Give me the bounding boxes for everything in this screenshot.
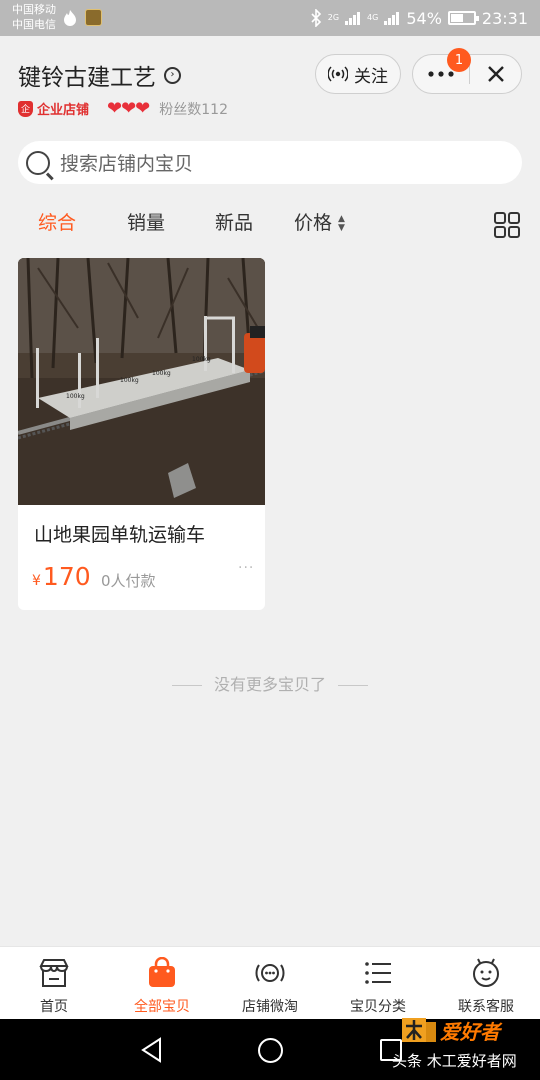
tab-price[interactable]: 价格 ▲ ▼ <box>294 208 345 235</box>
enterprise-badge-icon: 企 <box>18 100 33 117</box>
load-label-3: 100kg <box>152 370 171 377</box>
product-more-button[interactable]: ··· <box>238 560 254 576</box>
search-icon <box>26 150 50 175</box>
carrier-2: 中国电信 <box>12 18 56 31</box>
category-list-icon <box>365 962 391 984</box>
signal-2-icon <box>384 12 400 25</box>
network-1-label: 2G <box>327 13 340 22</box>
product-price: ¥ 170 <box>32 562 91 591</box>
bottom-tab-categories[interactable]: 宝贝分类 <box>324 947 432 1020</box>
sort-arrows-icon: ▲ ▼ <box>338 213 345 233</box>
fans-count: 粉丝数112 <box>159 101 228 118</box>
close-button[interactable] <box>470 55 522 92</box>
fire-icon <box>64 10 76 26</box>
bottom-tab-feed[interactable]: 店铺微淘 <box>216 947 324 1020</box>
signal-1-icon <box>345 12 361 25</box>
status-bar: 中国移动 中国电信 2G 4G 54% 23:31 <box>0 0 540 36</box>
tab-price-label: 价格 <box>294 212 333 234</box>
bottom-tab-customer-service[interactable]: 联系客服 <box>432 947 540 1020</box>
close-icon <box>488 65 504 82</box>
tab-comprehensive[interactable]: 综合 <box>38 208 76 235</box>
notification-badge: 1 <box>447 48 471 72</box>
bottom-tab-bar: 首页 全部宝贝 店铺微淘 宝贝分类 联系客服 <box>0 946 540 1019</box>
follow-label: 关注 <box>354 66 388 87</box>
carrier-info: 中国移动 中国电信 <box>12 2 56 32</box>
product-photo: 100kg 100kg 100kg 100kg <box>18 258 265 505</box>
paid-count: 0人付款 <box>101 572 156 590</box>
bottom-tab-feed-label: 店铺微淘 <box>242 999 298 1015</box>
load-label-1: 100kg <box>66 393 85 400</box>
watermark-caption: 头条 木工爱好者网 <box>392 1052 517 1070</box>
bottom-tab-home-label: 首页 <box>40 999 68 1015</box>
product-image[interactable]: 100kg 100kg 100kg 100kg <box>18 258 265 505</box>
divider-right <box>338 685 368 686</box>
sort-tabs: 综合 销量 新品 价格 ▲ ▼ <box>0 208 540 242</box>
bottom-tab-home[interactable]: 首页 <box>0 947 108 1020</box>
chevron-right-icon: › <box>164 66 181 84</box>
currency-symbol: ¥ <box>32 573 41 589</box>
network-2-label: 4G <box>367 13 379 22</box>
shop-name[interactable]: 键铃古建工艺 › <box>18 58 181 92</box>
price-value: 170 <box>42 562 91 591</box>
divider-left <box>171 685 202 686</box>
more-dots-icon <box>428 70 454 77</box>
bluetooth-icon <box>311 9 321 27</box>
battery-icon <box>447 11 479 25</box>
follow-button[interactable]: 关注 <box>315 54 401 94</box>
tab-new[interactable]: 新品 <box>215 208 253 235</box>
carrier-1: 中国移动 <box>12 3 56 16</box>
customer-service-icon <box>473 958 499 987</box>
watermark-logo: 爱好者 <box>402 1018 503 1044</box>
back-icon[interactable] <box>140 1037 164 1063</box>
watermark-logo-text: 爱好者 <box>440 1020 503 1044</box>
load-label-2: 100kg <box>120 377 139 384</box>
search-placeholder: 搜索店铺内宝贝 <box>60 153 194 175</box>
list-end-text: 没有更多宝贝了 <box>213 675 326 694</box>
home-icon[interactable] <box>258 1038 283 1063</box>
search-bar[interactable]: 搜索店铺内宝贝 <box>18 141 522 184</box>
tab-sales[interactable]: 销量 <box>127 208 165 235</box>
product-card[interactable]: 100kg 100kg 100kg 100kg <box>18 258 265 610</box>
shop-type-label: 企业店铺 <box>37 103 90 118</box>
shop-rating-hearts: ❤❤❤ <box>107 98 150 119</box>
store-icon <box>39 959 69 987</box>
bottom-tab-all-items-label: 全部宝贝 <box>134 999 190 1015</box>
list-end-notice: 没有更多宝贝了 <box>0 671 540 695</box>
clock: 23:31 <box>481 8 528 28</box>
broadcast-icon <box>255 964 285 982</box>
shopping-bag-icon <box>149 957 175 987</box>
battery-percent: 54% <box>406 8 442 28</box>
load-label-4: 100kg <box>192 356 211 363</box>
app-notification-icon <box>85 9 102 26</box>
battery-fill <box>450 14 463 22</box>
bottom-tab-all-items[interactable]: 全部宝贝 <box>108 947 216 1020</box>
grid-view-icon[interactable] <box>494 212 520 238</box>
shop-meta: 企 企业店铺 ❤❤❤ 粉丝数112 <box>18 98 228 119</box>
product-title[interactable]: 山地果园单轨运输车 <box>34 520 205 547</box>
broadcast-icon <box>328 66 348 82</box>
shop-name-text: 键铃古建工艺 <box>18 65 156 91</box>
